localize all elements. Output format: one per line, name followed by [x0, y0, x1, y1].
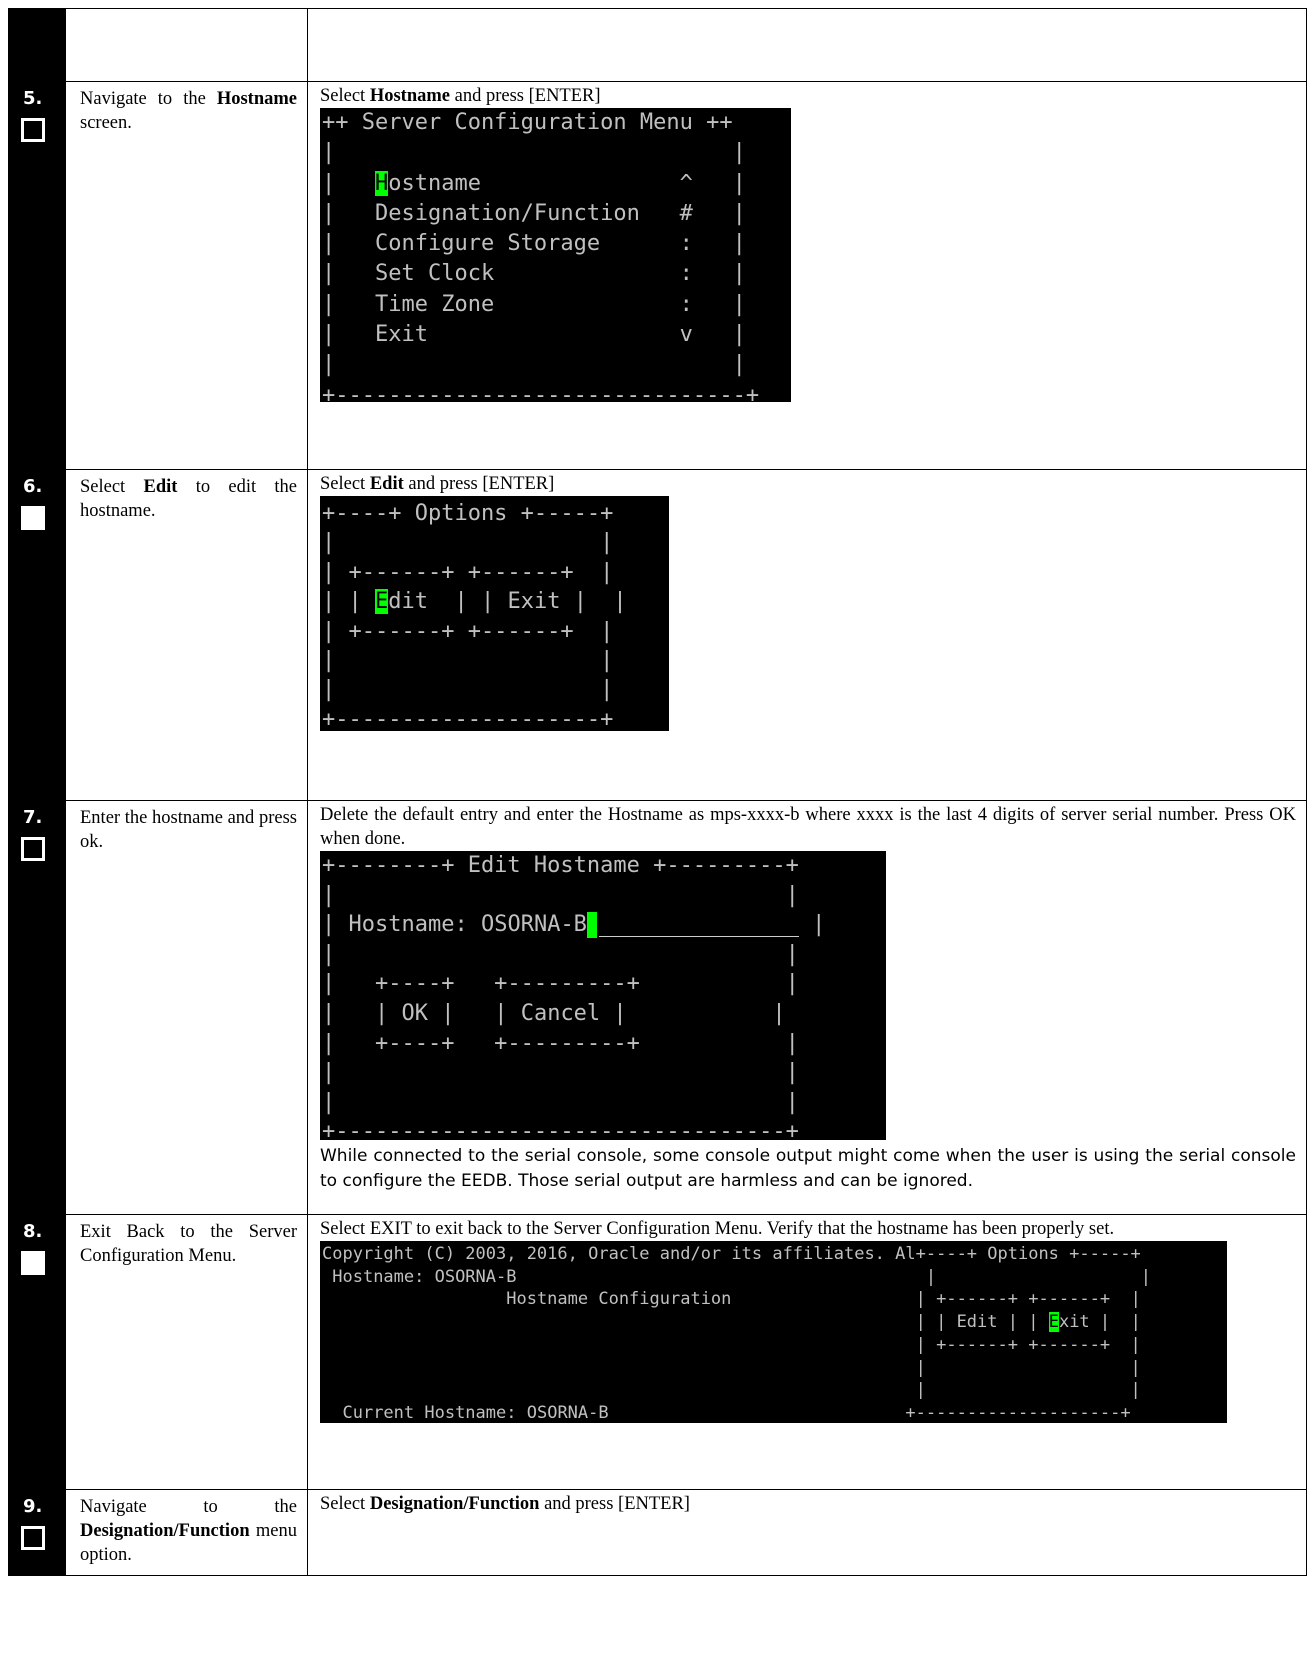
current-hostname-label: Current Hostname: [342, 1402, 517, 1423]
exit-option[interactable]: xit [1059, 1312, 1090, 1332]
cursor-highlight: H [374, 170, 389, 196]
instruction-cell: Navigate to the Hostname screen. [65, 81, 308, 470]
ok-button[interactable]: OK [401, 1001, 428, 1026]
menu-item-exit[interactable]: Exit [375, 322, 428, 347]
terminal-text: ++ Server Configuration Menu ++ | | | Ho… [322, 110, 760, 402]
step-number-cell: 5. [8, 81, 66, 470]
action-cell: Select Hostname and press [ENTER] ++ Ser… [307, 81, 1307, 470]
step-checkbox[interactable] [21, 1526, 45, 1550]
table-row-step-9: 9. Navigate to the Designation/Function … [8, 1489, 1307, 1576]
menu-item-hostname[interactable]: ostname [388, 171, 481, 196]
action-cell [307, 8, 1307, 82]
instruction-text: Navigate to the Designation/Function men… [80, 1497, 297, 1565]
table-row-step-7: 7. Enter the hostname and press ok. Dele… [8, 800, 1307, 1215]
action-text: Delete the default entry and enter the H… [320, 805, 1296, 849]
step-number: 9. [23, 1496, 43, 1517]
hostname-status: Hostname: OSORNA-B [332, 1266, 517, 1287]
step-number: 6. [23, 476, 43, 497]
instruction-cell: Exit Back to the Server Configuration Me… [65, 1214, 308, 1490]
hostname-configuration-terminal: Copyright (C) 2003, 2016, Oracle and/or … [320, 1241, 1227, 1423]
terminal-text: +----+ Options +-----+ | | | +------+ +-… [322, 501, 627, 731]
step-checkbox[interactable] [21, 118, 45, 142]
hostname-label: Hostname: [348, 912, 468, 938]
step-number-cell [8, 8, 66, 82]
serial-console-note: While connected to the serial console, s… [320, 1146, 1296, 1191]
hostname-input-underline [598, 914, 799, 937]
current-hostname-value: OSORNA-B [526, 1402, 609, 1423]
instruction-cell [65, 8, 308, 82]
step-number-cell: 9. [8, 1489, 66, 1576]
copyright-line: Copyright (C) 2003, 2016, Oracle and/or … [322, 1244, 916, 1264]
instruction-text: Enter the hostname and press ok. [80, 808, 297, 852]
action-text: Select Designation/Function and press [E… [320, 1494, 690, 1514]
action-cell: Select Designation/Function and press [E… [307, 1489, 1307, 1576]
edit-hostname-terminal: +--------+ Edit Hostname +---------+ | |… [320, 851, 886, 1140]
procedure-steps-table: 5. Navigate to the Hostname screen. Sele… [8, 8, 1307, 1576]
server-config-menu-terminal: ++ Server Configuration Menu ++ | | | Ho… [320, 108, 791, 402]
config-title: Hostname Configuration [506, 1289, 732, 1310]
edit-hostname-title: +--------+ Edit Hostname +---------+ [322, 853, 799, 878]
action-text: Select Edit and press [ENTER] [320, 474, 555, 494]
table-row-step-8: 8. Exit Back to the Server Configuration… [8, 1214, 1307, 1490]
table-row-header [8, 8, 1307, 82]
instruction-text: Select Edit to edit the hostname. [80, 477, 297, 521]
exit-option[interactable]: Exit [507, 589, 560, 614]
terminal-text: +--------+ Edit Hostname +---------+ | |… [322, 853, 826, 1140]
instruction-text: Navigate to the Hostname screen. [80, 89, 297, 133]
table-row-step-6: 6. Select Edit to edit the hostname. Sel… [8, 469, 1307, 801]
action-text: Select Hostname and press [ENTER] [320, 86, 601, 106]
step-checkbox[interactable] [21, 506, 45, 530]
text-cursor [586, 912, 597, 939]
cursor-highlight: E [1048, 1312, 1059, 1333]
options-title: +----+ Options +-----+ [915, 1244, 1141, 1264]
step-number-cell: 6. [8, 469, 66, 801]
action-cell: Delete the default entry and enter the H… [307, 800, 1307, 1215]
menu-item-time-zone[interactable]: Time Zone [375, 292, 494, 317]
step-number-cell: 8. [8, 1214, 66, 1490]
options-title: +----+ Options +-----+ [322, 501, 614, 526]
instruction-cell: Enter the hostname and press ok. [65, 800, 308, 1215]
terminal-text: Copyright (C) 2003, 2016, Oracle and/or … [322, 1244, 1152, 1423]
step-number-cell: 7. [8, 800, 66, 1215]
table-row-step-5: 5. Navigate to the Hostname screen. Sele… [8, 81, 1307, 470]
step-number: 8. [23, 1221, 43, 1242]
options-terminal: +----+ Options +-----+ | | | +------+ +-… [320, 496, 669, 731]
menu-item-designation[interactable]: Designation/Function [375, 201, 640, 226]
menu-item-set-clock[interactable]: Set Clock [375, 261, 494, 286]
edit-option[interactable]: dit [388, 589, 428, 614]
action-cell: Select Edit and press [ENTER] +----+ Opt… [307, 469, 1307, 801]
step-checkbox[interactable] [21, 837, 45, 861]
step-number: 7. [23, 807, 43, 828]
action-cell: Select EXIT to exit back to the Server C… [307, 1214, 1307, 1490]
edit-option[interactable]: Edit [957, 1312, 998, 1332]
cancel-button[interactable]: Cancel [521, 1001, 600, 1026]
instruction-text: Exit Back to the Server Configuration Me… [80, 1222, 297, 1266]
menu-title: ++ Server Configuration Menu ++ [322, 110, 733, 135]
step-number: 5. [23, 88, 43, 109]
menu-item-configure-storage[interactable]: Configure Storage [375, 231, 600, 256]
instruction-cell: Navigate to the Designation/Function men… [65, 1489, 308, 1576]
hostname-input[interactable]: OSORNA-B [481, 912, 587, 937]
action-text: Select EXIT to exit back to the Server C… [320, 1219, 1115, 1239]
instruction-cell: Select Edit to edit the hostname. [65, 469, 308, 801]
cursor-highlight: E [374, 589, 389, 615]
step-checkbox[interactable] [21, 1251, 45, 1275]
procedure-page: 5. Navigate to the Hostname screen. Sele… [8, 8, 1307, 1576]
